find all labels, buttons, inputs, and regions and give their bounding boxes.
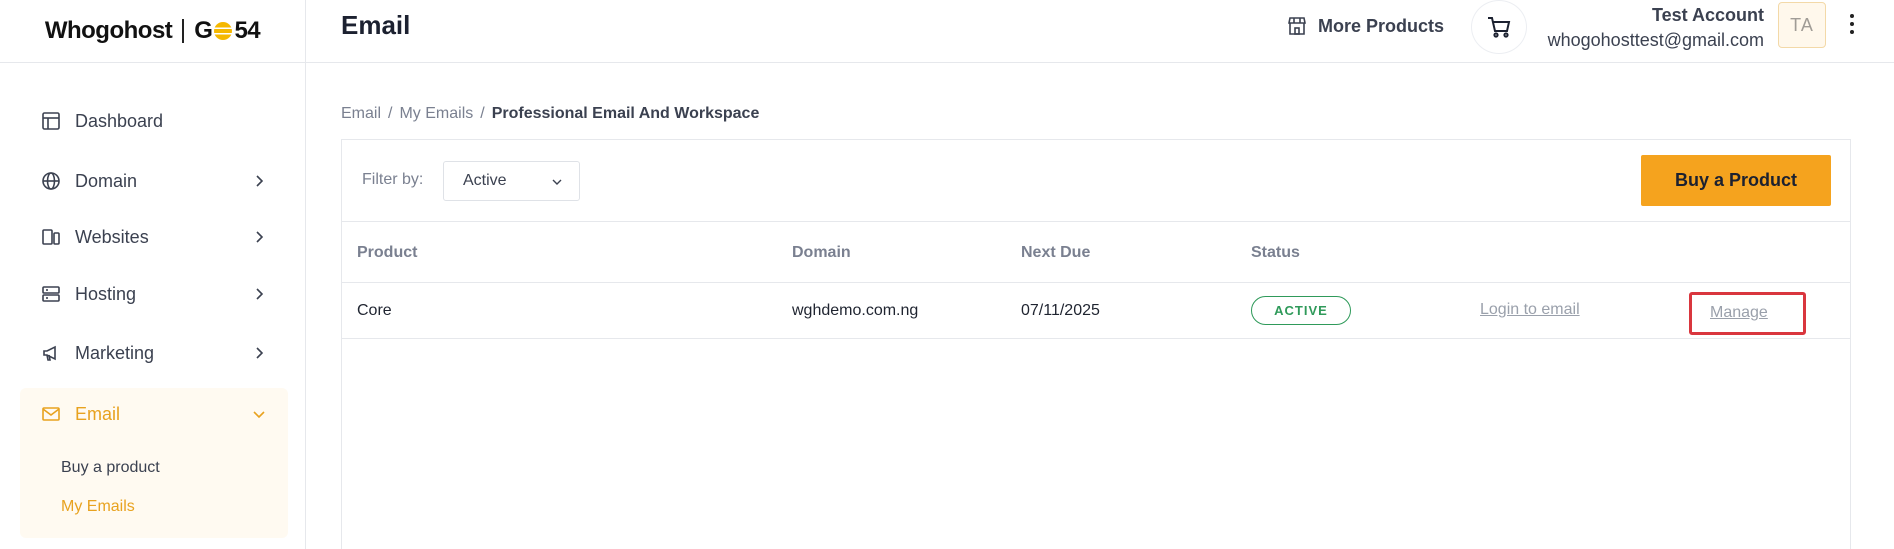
logo-area: Whogohost G 54	[0, 0, 305, 63]
more-products-button[interactable]: More Products	[1286, 15, 1444, 37]
column-header-domain: Domain	[792, 244, 851, 261]
sun-icon	[214, 22, 233, 40]
partner-logo-suffix: 54	[234, 17, 261, 44]
partner-logo-prefix: G	[194, 17, 213, 44]
filter-toolbar: Filter by: Active Buy a Product	[342, 140, 1850, 222]
sidebar: Whogohost G 54 Dashboard Domain Websites	[0, 0, 306, 549]
sidebar-item-label: Hosting	[75, 283, 137, 304]
products-card: Filter by: Active Buy a Product Product …	[341, 139, 1851, 549]
chevron-down-icon	[253, 411, 265, 419]
breadcrumb-my-emails[interactable]: My Emails	[399, 105, 473, 123]
chevron-right-icon	[256, 347, 264, 359]
sidebar-item-websites[interactable]: Websites	[20, 211, 288, 263]
server-icon	[40, 283, 62, 305]
sidebar-item-label: Domain	[75, 170, 138, 191]
table-header: Product Domain Next Due Status	[342, 222, 1850, 283]
globe-icon	[40, 170, 62, 192]
cell-next-due: 07/11/2025	[1021, 302, 1100, 319]
filter-select-value: Active	[463, 172, 507, 189]
devices-icon	[40, 226, 62, 248]
account-email: whogohosttest@gmail.com	[1547, 30, 1764, 50]
login-to-email-link[interactable]: Login to email	[1480, 301, 1580, 319]
chevron-right-icon	[256, 175, 264, 187]
cart-button[interactable]	[1471, 0, 1527, 54]
status-badge: ACTIVE	[1251, 296, 1351, 325]
column-header-next-due: Next Due	[1021, 244, 1091, 261]
cell-domain: wghdemo.com.ng	[792, 302, 919, 319]
breadcrumb-email[interactable]: Email	[341, 105, 381, 123]
sidebar-item-label: Email	[75, 403, 121, 424]
sidebar-item-email[interactable]: Email	[20, 388, 288, 440]
sidebar-item-label: Dashboard	[75, 110, 164, 131]
filter-label: Filter by:	[362, 171, 424, 188]
account-info[interactable]: Test Account whogohosttest@gmail.com	[1548, 5, 1764, 51]
column-header-status: Status	[1251, 244, 1300, 261]
dashboard-icon	[40, 110, 62, 132]
store-icon	[1288, 17, 1306, 35]
megaphone-icon	[40, 342, 62, 364]
kebab-menu-icon[interactable]	[1848, 14, 1856, 36]
sidebar-item-dashboard[interactable]: Dashboard	[20, 95, 288, 147]
column-header-product: Product	[357, 244, 418, 261]
sidebar-item-label: Websites	[75, 226, 149, 247]
sidebar-subitem-buy-a-product[interactable]: Buy a product	[61, 459, 160, 477]
page-title: Email	[341, 10, 411, 40]
filter-select[interactable]: Active	[443, 161, 580, 201]
breadcrumb-current: Professional Email And Workspace	[491, 105, 760, 122]
sidebar-item-hosting[interactable]: Hosting	[20, 268, 288, 320]
breadcrumb: Email / My Emails / Professional Email A…	[341, 105, 759, 123]
mail-icon	[40, 403, 62, 425]
chevron-down-icon	[552, 179, 562, 185]
cell-product: Core	[357, 302, 392, 319]
table-row: Core wghdemo.com.ng 07/11/2025 ACTIVE Lo…	[342, 283, 1850, 339]
logo-text: Whogohost	[44, 17, 173, 44]
breadcrumb-separator: /	[388, 105, 393, 122]
chevron-right-icon	[256, 231, 264, 243]
logo-separator	[182, 19, 185, 43]
sidebar-item-domain[interactable]: Domain	[20, 155, 288, 207]
cart-icon	[1488, 17, 1511, 38]
sidebar-subitem-my-emails[interactable]: My Emails	[61, 498, 135, 516]
buy-a-product-button[interactable]: Buy a Product	[1641, 155, 1831, 206]
partner-logo: G 54	[194, 17, 260, 45]
more-products-label: More Products	[1318, 15, 1445, 36]
brand-logo[interactable]: Whogohost G 54	[44, 17, 261, 45]
chevron-right-icon	[256, 288, 264, 300]
account-name: Test Account	[1651, 5, 1764, 25]
sidebar-item-label: Marketing	[75, 342, 155, 363]
sidebar-item-marketing[interactable]: Marketing	[20, 327, 288, 379]
manage-link[interactable]: Manage	[1710, 304, 1768, 322]
avatar[interactable]: TA	[1778, 2, 1826, 48]
top-header: Email More Products Test Account whogoho…	[306, 0, 1894, 63]
breadcrumb-separator: /	[480, 105, 485, 122]
